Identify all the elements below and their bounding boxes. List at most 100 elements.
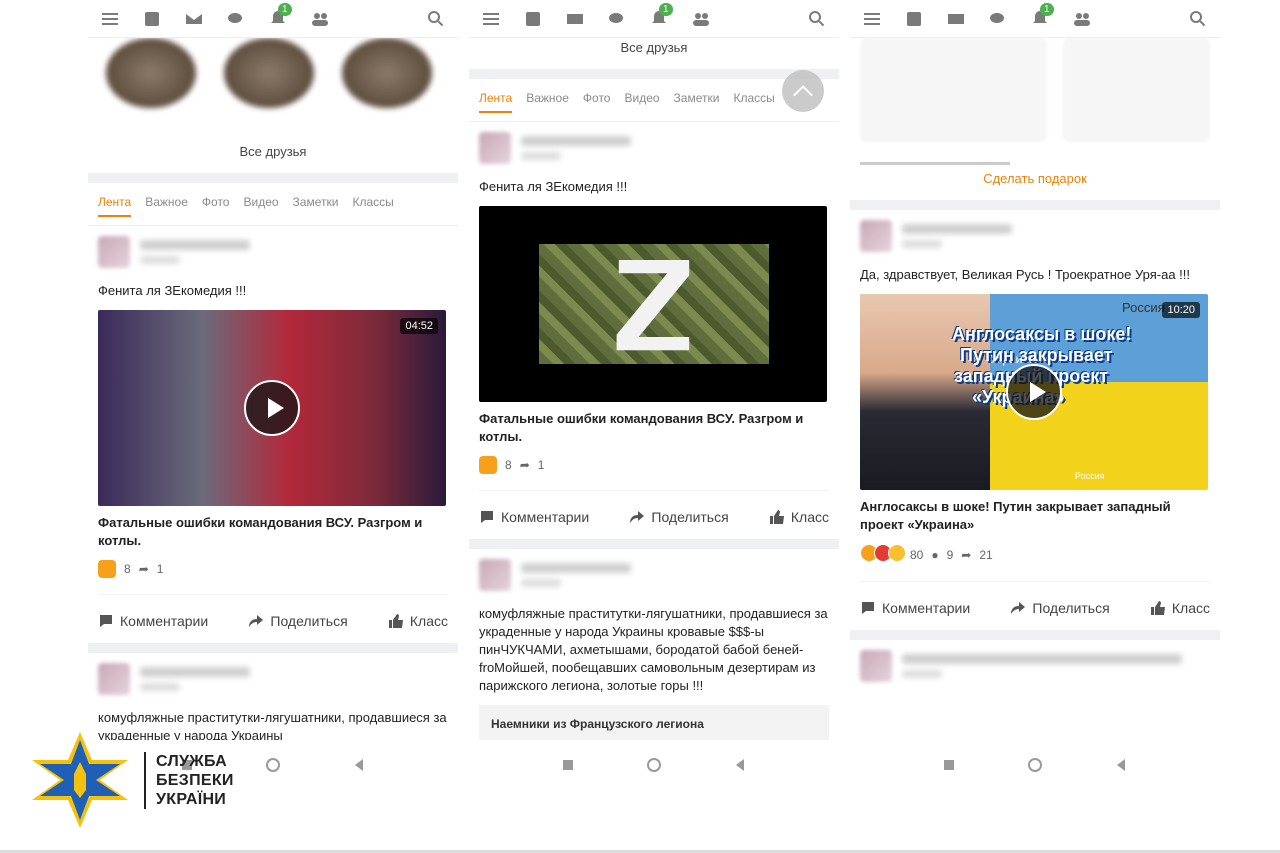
- bell-icon[interactable]: 1: [1030, 2, 1054, 29]
- tab-notes[interactable]: Заметки: [293, 195, 339, 217]
- link-preview[interactable]: Наемники из Французского легиона: [479, 705, 829, 740]
- tab-notes[interactable]: Заметки: [674, 91, 720, 113]
- post-author[interactable]: [98, 236, 448, 268]
- friend-avatar[interactable]: [224, 38, 314, 108]
- share-button[interactable]: Поделиться: [1010, 600, 1110, 616]
- video-thumbnail[interactable]: Россия Украина Россия Англосаксы в шоке!…: [860, 294, 1208, 490]
- tab-video[interactable]: Видео: [624, 91, 659, 113]
- bell-icon[interactable]: 1: [649, 2, 673, 29]
- tab-important[interactable]: Важное: [145, 195, 188, 217]
- avatar[interactable]: [479, 132, 511, 164]
- back-icon[interactable]: [1113, 757, 1129, 773]
- home-icon[interactable]: [646, 757, 662, 773]
- link-title[interactable]: Англосаксы в шоке! Путин закрывает запад…: [860, 498, 1210, 534]
- chat-icon[interactable]: [226, 9, 246, 29]
- divider: [850, 630, 1220, 640]
- tab-important[interactable]: Важное: [526, 91, 569, 113]
- search-icon[interactable]: [1188, 9, 1208, 29]
- blurred-author-name: [521, 563, 631, 573]
- recent-apps-icon[interactable]: [560, 757, 576, 773]
- thumbs-up-icon: [769, 510, 784, 524]
- menu-icon[interactable]: [862, 9, 882, 29]
- back-icon[interactable]: [351, 757, 367, 773]
- chat-icon[interactable]: [988, 9, 1008, 29]
- search-icon[interactable]: [426, 9, 446, 29]
- tab-photo[interactable]: Фото: [202, 195, 230, 217]
- friend-avatar[interactable]: [106, 38, 196, 108]
- avatar[interactable]: [860, 220, 892, 252]
- all-friends-link[interactable]: Все друзья: [469, 38, 839, 69]
- share-count: 1: [537, 458, 545, 472]
- avatar[interactable]: [479, 559, 511, 591]
- reactions-icons[interactable]: [860, 544, 906, 565]
- tab-feed[interactable]: Лента: [98, 195, 132, 217]
- mail-icon[interactable]: [184, 9, 204, 29]
- like-icon[interactable]: [479, 456, 497, 474]
- gift-card[interactable]: [860, 38, 1047, 142]
- z-letter-icon: [616, 260, 690, 351]
- thumbs-up-icon: [388, 614, 403, 628]
- chat-icon[interactable]: [607, 9, 627, 29]
- feed-icon[interactable]: [904, 9, 924, 29]
- comments-button[interactable]: Комментарии: [860, 600, 970, 616]
- mail-icon[interactable]: [565, 9, 585, 29]
- feed-tabs: Лента Важное Фото Видео Заметки Классы: [88, 183, 458, 226]
- klass-button[interactable]: Класс: [769, 509, 829, 525]
- comments-button[interactable]: Комментарии: [98, 613, 208, 629]
- back-icon[interactable]: [732, 757, 748, 773]
- gift-card[interactable]: [1062, 38, 1210, 142]
- z-symbol-image: [539, 244, 769, 364]
- search-icon[interactable]: [807, 9, 827, 29]
- home-icon[interactable]: [265, 757, 281, 773]
- thumbnail-country-label: Россия: [1122, 300, 1165, 315]
- link-title[interactable]: Фатальные ошибки командования ВСУ. Разгр…: [98, 514, 448, 550]
- scroll-up-button[interactable]: [782, 70, 824, 112]
- menu-icon[interactable]: [481, 9, 501, 29]
- like-icon[interactable]: [98, 560, 116, 578]
- video-thumbnail[interactable]: [479, 206, 827, 402]
- friends-icon[interactable]: [1072, 9, 1092, 29]
- post-stats: 80 ● 9 ➦ 21: [860, 544, 1210, 565]
- play-icon[interactable]: [1006, 364, 1062, 420]
- tab-klass[interactable]: Классы: [733, 91, 774, 113]
- avatar[interactable]: [98, 663, 130, 695]
- post-author[interactable]: [860, 220, 1210, 252]
- friends-icon[interactable]: [691, 9, 711, 29]
- share-button[interactable]: Поделиться: [629, 509, 729, 525]
- menu-icon[interactable]: [100, 9, 120, 29]
- friend-avatar[interactable]: [342, 38, 432, 108]
- tab-photo[interactable]: Фото: [583, 91, 611, 113]
- post-author[interactable]: [479, 132, 829, 164]
- make-gift-link[interactable]: Сделать подарок: [850, 165, 1220, 200]
- comments-button[interactable]: Комментарии: [479, 509, 589, 525]
- avatar[interactable]: [860, 650, 892, 682]
- wow-reaction-icon: [888, 544, 906, 562]
- play-icon[interactable]: [244, 380, 300, 436]
- klass-button[interactable]: Класс: [1150, 600, 1210, 616]
- video-thumbnail[interactable]: 04:52: [98, 310, 446, 506]
- feed-icon[interactable]: [142, 9, 162, 29]
- mail-icon[interactable]: [946, 9, 966, 29]
- post-author[interactable]: [860, 650, 1210, 682]
- blurred-post-date: [140, 683, 180, 691]
- notification-badge: 1: [1040, 2, 1054, 16]
- share-button[interactable]: Поделиться: [248, 613, 348, 629]
- friends-icon[interactable]: [310, 9, 330, 29]
- klass-button[interactable]: Класс: [388, 613, 448, 629]
- recent-apps-icon[interactable]: [941, 757, 957, 773]
- blurred-author-name: [902, 654, 1182, 664]
- feed-content: Все друзья Лента Важное Фото Видео Замет…: [88, 38, 458, 740]
- gifts-row: [850, 38, 1220, 142]
- tab-feed[interactable]: Лента: [479, 91, 513, 113]
- link-title[interactable]: Фатальные ошибки командования ВСУ. Разгр…: [479, 410, 829, 446]
- bell-icon[interactable]: 1: [268, 2, 292, 29]
- all-friends-link[interactable]: Все друзья: [88, 108, 458, 173]
- post-author[interactable]: [479, 559, 829, 591]
- home-icon[interactable]: [1027, 757, 1043, 773]
- avatar[interactable]: [98, 236, 130, 268]
- post-author[interactable]: [98, 663, 448, 695]
- android-nav-bar: [469, 740, 839, 790]
- feed-icon[interactable]: [523, 9, 543, 29]
- tab-video[interactable]: Видео: [243, 195, 278, 217]
- tab-klass[interactable]: Классы: [352, 195, 393, 217]
